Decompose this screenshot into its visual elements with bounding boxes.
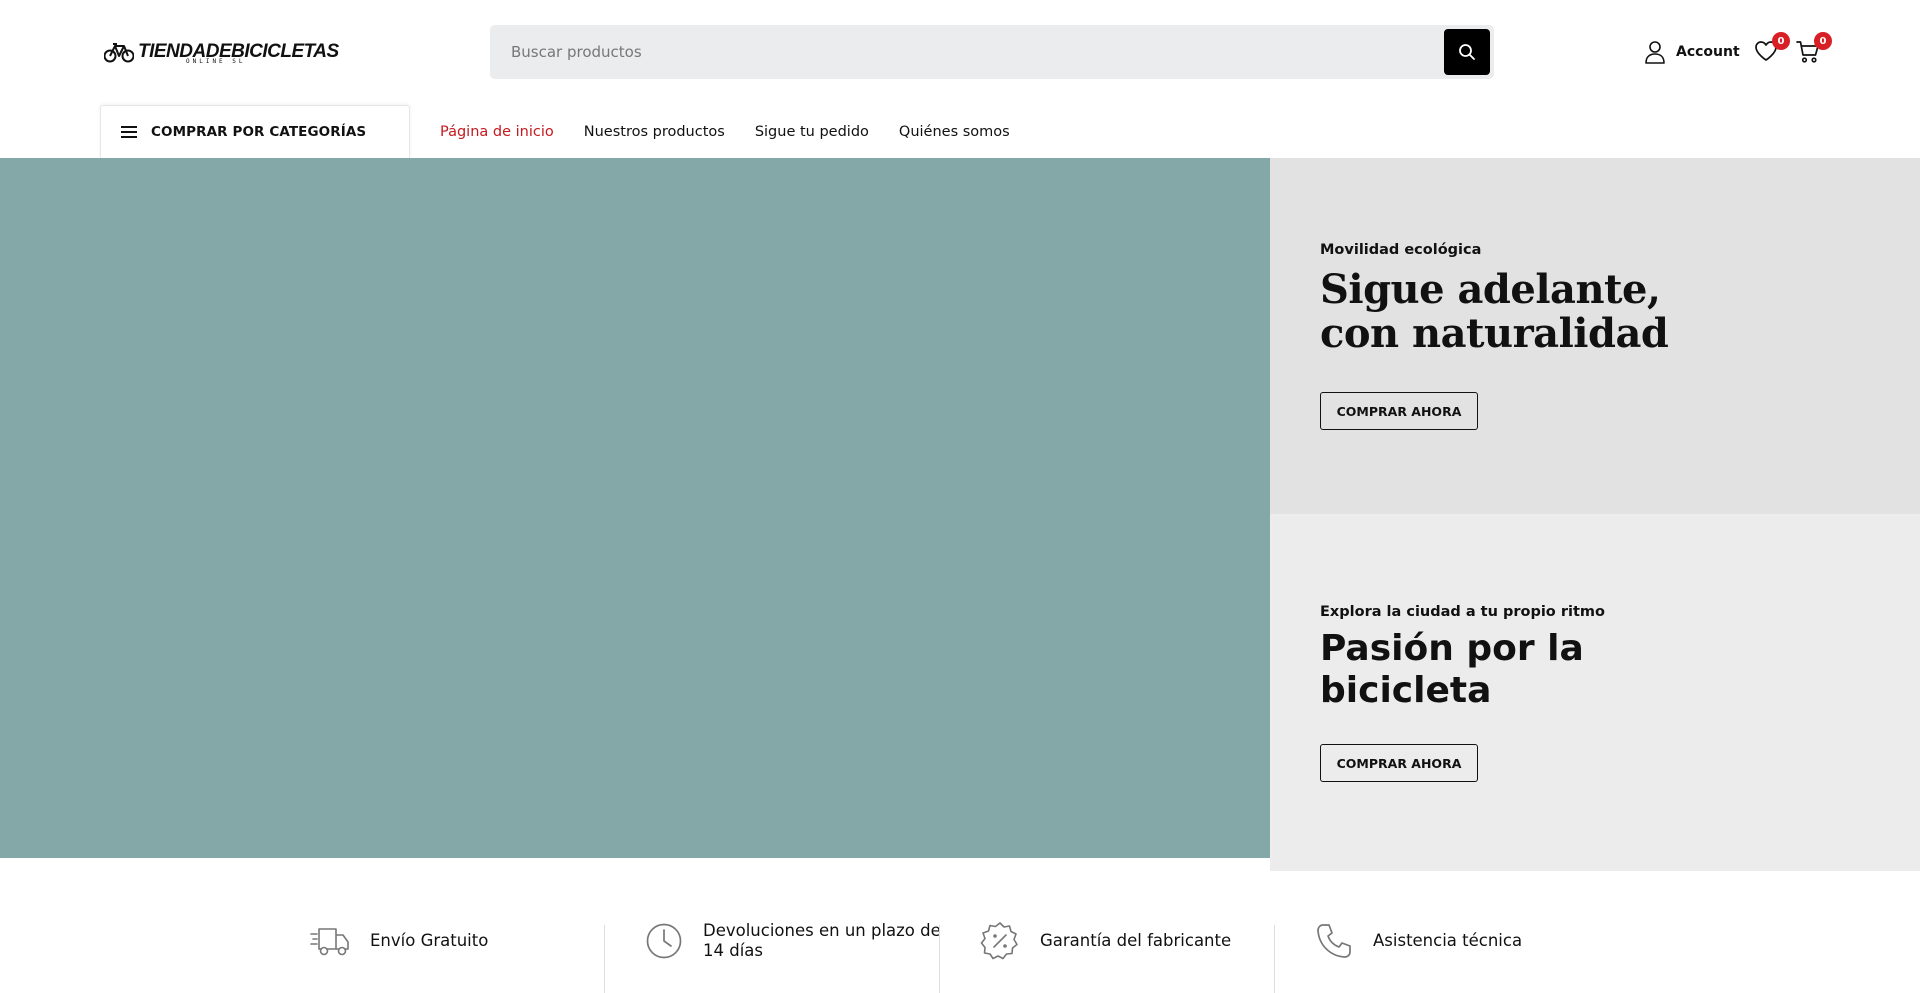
cart-count-badge: 0 <box>1814 32 1832 50</box>
banner-title-line: con naturalidad <box>1320 310 1669 357</box>
shop-now-button[interactable]: COMPRAR AHORA <box>1320 744 1478 782</box>
feature-free-shipping: Envío Gratuito <box>310 919 488 963</box>
hero-slider[interactable] <box>0 158 1270 858</box>
promo-banner-city-ride: Explora la ciudad a tu propio ritmo Pasi… <box>1270 514 1920 871</box>
shop-now-button[interactable]: COMPRAR AHORA <box>1320 392 1478 430</box>
banner-subtitle: Movilidad ecológica <box>1320 242 1482 258</box>
account-label: Account <box>1676 44 1740 60</box>
menu-icon <box>121 126 137 138</box>
search-bar <box>490 25 1494 79</box>
feature-divider <box>604 925 605 993</box>
feature-warranty: Garantía del fabricante <box>980 919 1231 963</box>
shop-by-category-label: COMPRAR POR CATEGORÍAS <box>151 124 367 140</box>
banner-title: Sigue adelante, con naturalidad <box>1320 266 1669 357</box>
shop-by-category-button[interactable]: COMPRAR POR CATEGORÍAS <box>100 105 410 158</box>
feature-label: Envío Gratuito <box>370 931 488 951</box>
nav-item-home[interactable]: Página de inicio <box>440 124 554 140</box>
search-button[interactable] <box>1444 29 1490 75</box>
truck-icon <box>310 928 349 956</box>
feature-divider <box>939 925 940 993</box>
phone-icon <box>1317 924 1351 958</box>
bicycle-logo-icon <box>104 43 134 63</box>
banner-title-line: Pasión por la <box>1320 628 1584 669</box>
search-icon <box>1459 44 1475 60</box>
banner-title-line: bicicleta <box>1320 670 1492 711</box>
site-header: TIENDADEBICICLETAS ONLINE SL Account 0 <box>0 0 1920 158</box>
wishlist-count-badge: 0 <box>1772 32 1790 50</box>
feature-label-line: Devoluciones en un plazo de <box>703 921 941 940</box>
feature-divider <box>1274 925 1275 993</box>
feature-tech-support: Asistencia técnica <box>1315 919 1522 963</box>
wishlist-button[interactable]: 0 <box>1754 32 1790 66</box>
cart-button[interactable]: 0 <box>1796 32 1832 66</box>
user-icon <box>1645 41 1665 64</box>
banner-subtitle: Explora la ciudad a tu propio ritmo <box>1320 604 1605 620</box>
feature-label-line: 14 días <box>703 941 764 960</box>
banner-title-line: Sigue adelante, <box>1320 266 1661 313</box>
feature-returns: Devoluciones en un plazo de 14 días <box>645 919 941 963</box>
discount-badge-icon <box>980 922 1018 960</box>
main-nav: Página de inicio Nuestros productos Sigu… <box>440 120 1010 144</box>
search-input[interactable] <box>490 25 1430 79</box>
features-bar <box>0 871 1920 993</box>
feature-label: Devoluciones en un plazo de 14 días <box>703 921 941 961</box>
feature-label: Garantía del fabricante <box>1040 931 1231 951</box>
nav-item-products[interactable]: Nuestros productos <box>584 124 725 140</box>
account-link[interactable]: Account <box>1644 40 1740 64</box>
nav-item-track-order[interactable]: Sigue tu pedido <box>755 124 869 140</box>
feature-label-line: Asistencia técnica <box>1373 931 1523 950</box>
clock-icon <box>646 923 682 959</box>
logo-subtext: ONLINE SL <box>186 58 246 65</box>
promo-banner-eco-mobility: Movilidad ecológica Sigue adelante, con … <box>1270 158 1920 514</box>
banner-title: Pasión por la bicicleta <box>1320 628 1584 712</box>
feature-label: Asistencia técnica <box>1373 931 1522 951</box>
site-logo[interactable]: TIENDADEBICICLETAS ONLINE SL <box>104 38 339 66</box>
nav-item-about[interactable]: Quiénes somos <box>899 124 1010 140</box>
feature-label-line: Envío Gratuito <box>370 931 489 950</box>
feature-label-line: Garantía del fabricante <box>1040 931 1232 950</box>
